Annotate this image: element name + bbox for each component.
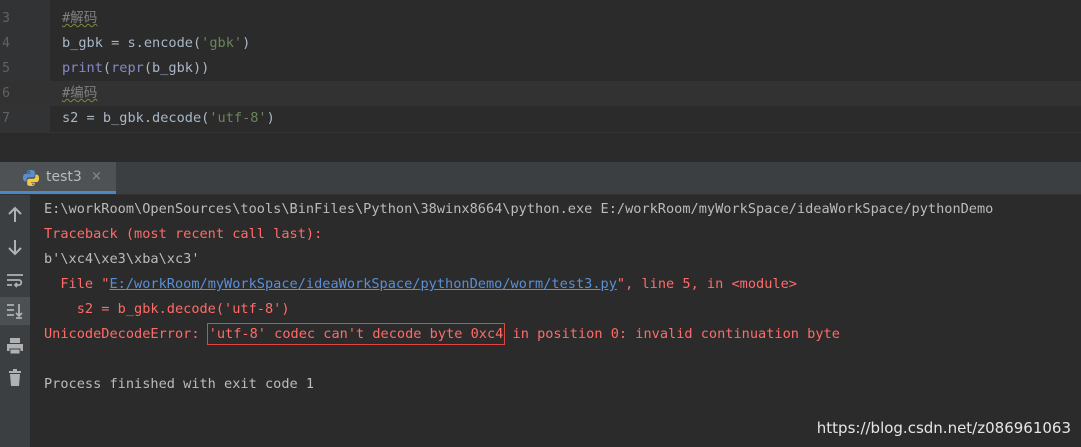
print-icon	[7, 338, 23, 355]
run-side-toolbar	[0, 195, 30, 447]
console-traceback-code: s2 = b_gbk.decode('utf-8')	[44, 301, 290, 317]
trash-icon	[9, 369, 21, 386]
editor-panel-separator[interactable]	[0, 132, 1081, 163]
soft-wrap-icon	[7, 274, 23, 288]
scroll-to-end-button[interactable]	[0, 297, 30, 325]
line-number: 5	[2, 61, 10, 76]
line-number: 4	[2, 36, 10, 51]
console-exit-status: Process finished with exit code 1	[44, 376, 315, 392]
down-button[interactable]	[0, 233, 30, 261]
run-tab-test3[interactable]: test3 ×	[0, 162, 116, 194]
traceback-file-suffix: ", line 5, in <module>	[616, 276, 797, 292]
code-comment: #解码	[62, 10, 98, 26]
code-comment: #编码	[62, 85, 98, 101]
watermark: https://blog.csdn.net/z086961063	[816, 419, 1071, 437]
clear-button[interactable]	[0, 364, 30, 392]
code-editor[interactable]: 3 #解码 4 b_gbk = s.encode('gbk') 5 print(…	[0, 0, 1081, 132]
editor-line[interactable]: 5 print(repr(b_gbk))	[0, 56, 1081, 81]
scroll-to-end-icon	[7, 304, 23, 319]
run-tab-label: test3	[46, 169, 82, 185]
run-tab-bar: test3 ×	[0, 162, 1081, 195]
editor-line[interactable]: 3 #解码	[0, 6, 1081, 31]
error-name: UnicodeDecodeError:	[44, 326, 208, 342]
editor-line-current[interactable]: 6 #编码	[0, 81, 1081, 106]
error-details: in position 0: invalid continuation byte	[504, 326, 840, 342]
close-icon[interactable]: ×	[91, 162, 102, 192]
line-number: 7	[2, 111, 10, 126]
console-command-line: E:\workRoom\OpenSources\tools\BinFiles\P…	[44, 201, 994, 217]
arrow-down-icon	[8, 240, 22, 256]
code-text: print(repr(b_gbk))	[62, 60, 210, 76]
code-text: s2 = b_gbk.decode('utf-8')	[62, 110, 275, 126]
editor-line[interactable]: 7 s2 = b_gbk.decode('utf-8')	[0, 106, 1081, 131]
editor-line[interactable]: 4 b_gbk = s.encode('gbk')	[0, 31, 1081, 56]
run-console[interactable]: E:\workRoom\OpenSources\tools\BinFiles\P…	[30, 195, 1081, 447]
python-icon	[23, 170, 39, 186]
line-number: 3	[2, 11, 10, 26]
traceback-file-prefix: File "	[44, 276, 110, 292]
console-traceback-header: Traceback (most recent call last):	[44, 226, 323, 242]
console-error-line: UnicodeDecodeError: 'utf-8' codec can't …	[44, 322, 840, 347]
soft-wrap-button[interactable]	[0, 266, 30, 294]
up-button[interactable]	[0, 201, 30, 229]
error-highlight-box: 'utf-8' codec can't decode byte 0xc4	[206, 323, 506, 345]
traceback-file-link[interactable]: E:/workRoom/myWorkSpace/ideaWorkSpace/py…	[109, 276, 616, 292]
arrow-up-icon	[8, 206, 22, 222]
code-text: b_gbk = s.encode('gbk')	[62, 35, 251, 51]
print-button[interactable]	[0, 332, 30, 360]
console-traceback-file: File "E:/workRoom/myWorkSpace/ideaWorkSp…	[44, 272, 797, 297]
console-output-bytes: b'\xc4\xe3\xba\xc3'	[44, 251, 200, 267]
line-number: 6	[2, 86, 10, 101]
